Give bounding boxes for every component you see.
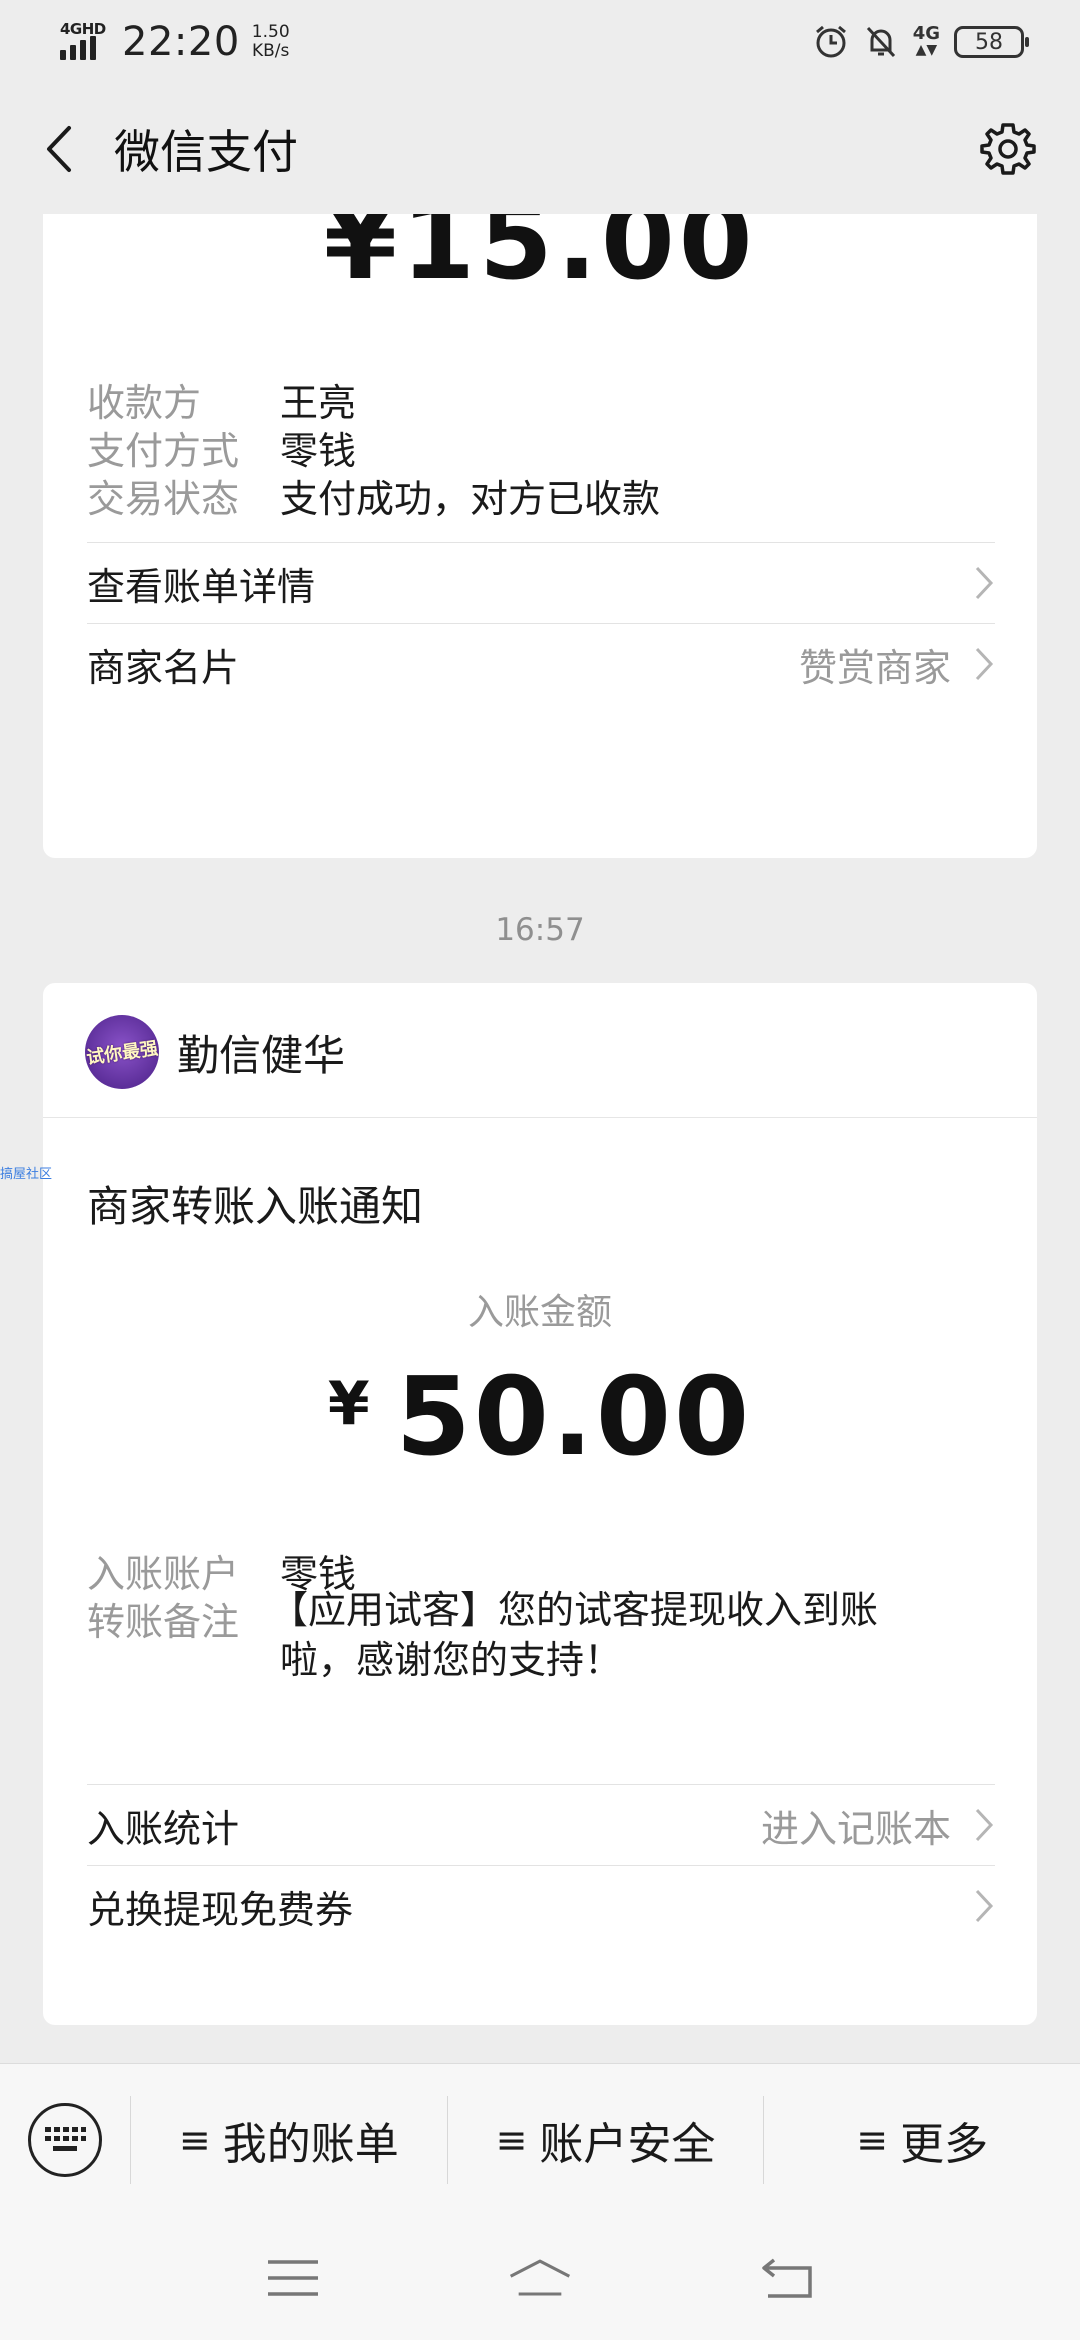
- bottom-menu: ≡ 我的账单 ≡ 账户安全 ≡ 更多: [0, 2063, 1080, 2216]
- exchange-coupon-link[interactable]: 兑换提现免费券: [87, 1866, 995, 1946]
- keyboard-toggle-button[interactable]: [0, 2064, 130, 2216]
- field-label: 支付方式: [87, 429, 240, 473]
- remark-line-2: 啦，感谢您的支持！: [280, 1638, 623, 1682]
- battery-level: 58: [975, 29, 1003, 55]
- field-label: 收款方: [87, 381, 202, 425]
- back-button[interactable]: [32, 123, 84, 175]
- field-value: 支付成功，对方已收款: [280, 477, 661, 521]
- chevron-right-icon: [975, 647, 994, 681]
- view-bill-details-link[interactable]: 查看账单详情: [87, 543, 995, 623]
- menu-icon: [268, 2260, 319, 2296]
- message-timestamp: 16:57: [495, 912, 585, 948]
- tip-merchant-label: 赞赏商家: [798, 645, 951, 690]
- watermark-text: 搞屋社区: [0, 1167, 53, 1182]
- merchant-header[interactable]: 试你最强 勤信健华: [85, 1015, 345, 1089]
- menu-icon: ≡: [856, 2118, 889, 2162]
- home-button[interactable]: [508, 2246, 572, 2310]
- avatar: 试你最强: [85, 1015, 159, 1089]
- page-title: 微信支付: [114, 125, 298, 179]
- gear-icon[interactable]: [978, 119, 1038, 179]
- link-label: 兑换提现免费券: [87, 1887, 354, 1932]
- signal-icon: 4GHD: [58, 20, 108, 64]
- bell-muted-icon: [866, 26, 895, 58]
- merchant-card-link[interactable]: 商家名片 赞赏商家: [87, 624, 995, 704]
- notice-title: 商家转账入账通知: [87, 1182, 424, 1231]
- menu-icon: ≡: [495, 2118, 528, 2162]
- received-amount: ¥50.00: [43, 1355, 1037, 1480]
- system-back-button[interactable]: [755, 2246, 819, 2310]
- merchant-name: 勤信健华: [177, 1030, 346, 1080]
- alarm-icon: [815, 25, 846, 58]
- currency-symbol: ¥: [327, 1369, 370, 1439]
- menu-more[interactable]: ≡ 更多: [763, 2096, 1080, 2184]
- field-label: 入账账户: [87, 1552, 240, 1596]
- status-time: 22:20: [122, 19, 240, 65]
- ledger-label: 进入记账本: [760, 1806, 951, 1851]
- transfer-notice-card: 试你最强 勤信健华 商家转账入账通知 入账金额 ¥50.00 入账账户 零钱 转…: [43, 983, 1037, 2025]
- link-label: 查看账单详情: [87, 564, 316, 609]
- menu-label: 我的账单: [222, 2119, 399, 2170]
- amount-label: 入账金额: [467, 1292, 612, 1333]
- remark-line-1: 【应用试客】您的试客提现收入到账: [270, 1588, 879, 1632]
- menu-my-bills[interactable]: ≡ 我的账单: [130, 2096, 447, 2184]
- field-label: 交易状态: [87, 477, 240, 521]
- field-value: 零钱: [280, 429, 357, 473]
- payment-card: ¥15.00 收款方 王亮 支付方式 零钱 交易状态 支付成功，对方已收款 查看…: [43, 214, 1037, 858]
- menu-account-security[interactable]: ≡ 账户安全: [446, 2096, 764, 2184]
- payment-method-row: 支付方式 零钱: [87, 420, 356, 475]
- menu-icon: ≡: [178, 2118, 211, 2162]
- screen: 4GHD 22:20 1.50 KB/s 4G ▲▼ 58 微信支付 ¥15.0…: [0, 0, 1080, 2340]
- menu-label: 账户安全: [539, 2119, 716, 2170]
- link-label: 商家名片: [87, 645, 240, 690]
- chevron-right-icon: [975, 1808, 994, 1842]
- transaction-status-row: 交易状态 支付成功，对方已收款: [87, 468, 660, 523]
- home-icon: [509, 2259, 571, 2296]
- keyboard-icon: [45, 2127, 86, 2151]
- recent-apps-button[interactable]: [261, 2246, 325, 2310]
- network-speed: 1.50 KB/s: [251, 22, 290, 61]
- link-label: 入账统计: [87, 1806, 240, 1851]
- chevron-right-icon: [975, 566, 994, 600]
- mobile-data-icon: 4G ▲▼: [912, 23, 940, 59]
- field-label: 转账备注: [87, 1600, 240, 1644]
- remark-row: 转账备注 【应用试客】您的试客提现收入到账 啦，感谢您的支持！: [87, 1588, 878, 1685]
- amount-value: 50.00: [395, 1355, 753, 1480]
- back-icon: [761, 2258, 812, 2298]
- status-bar: 4GHD 22:20 1.50 KB/s 4G ▲▼ 58: [0, 0, 1080, 84]
- field-value: 王亮: [280, 381, 357, 425]
- divider: [43, 1117, 1037, 1118]
- nav-bar: 微信支付: [0, 84, 1080, 214]
- menu-label: 更多: [900, 2119, 989, 2170]
- income-stats-link[interactable]: 入账统计 进入记账本: [87, 1785, 995, 1865]
- chevron-right-icon: [975, 1889, 994, 1923]
- chevron-left-icon: [47, 126, 71, 172]
- system-nav-bar: [0, 2216, 1080, 2340]
- payee-row: 收款方 王亮: [87, 372, 356, 427]
- battery-icon: 58: [954, 26, 1029, 58]
